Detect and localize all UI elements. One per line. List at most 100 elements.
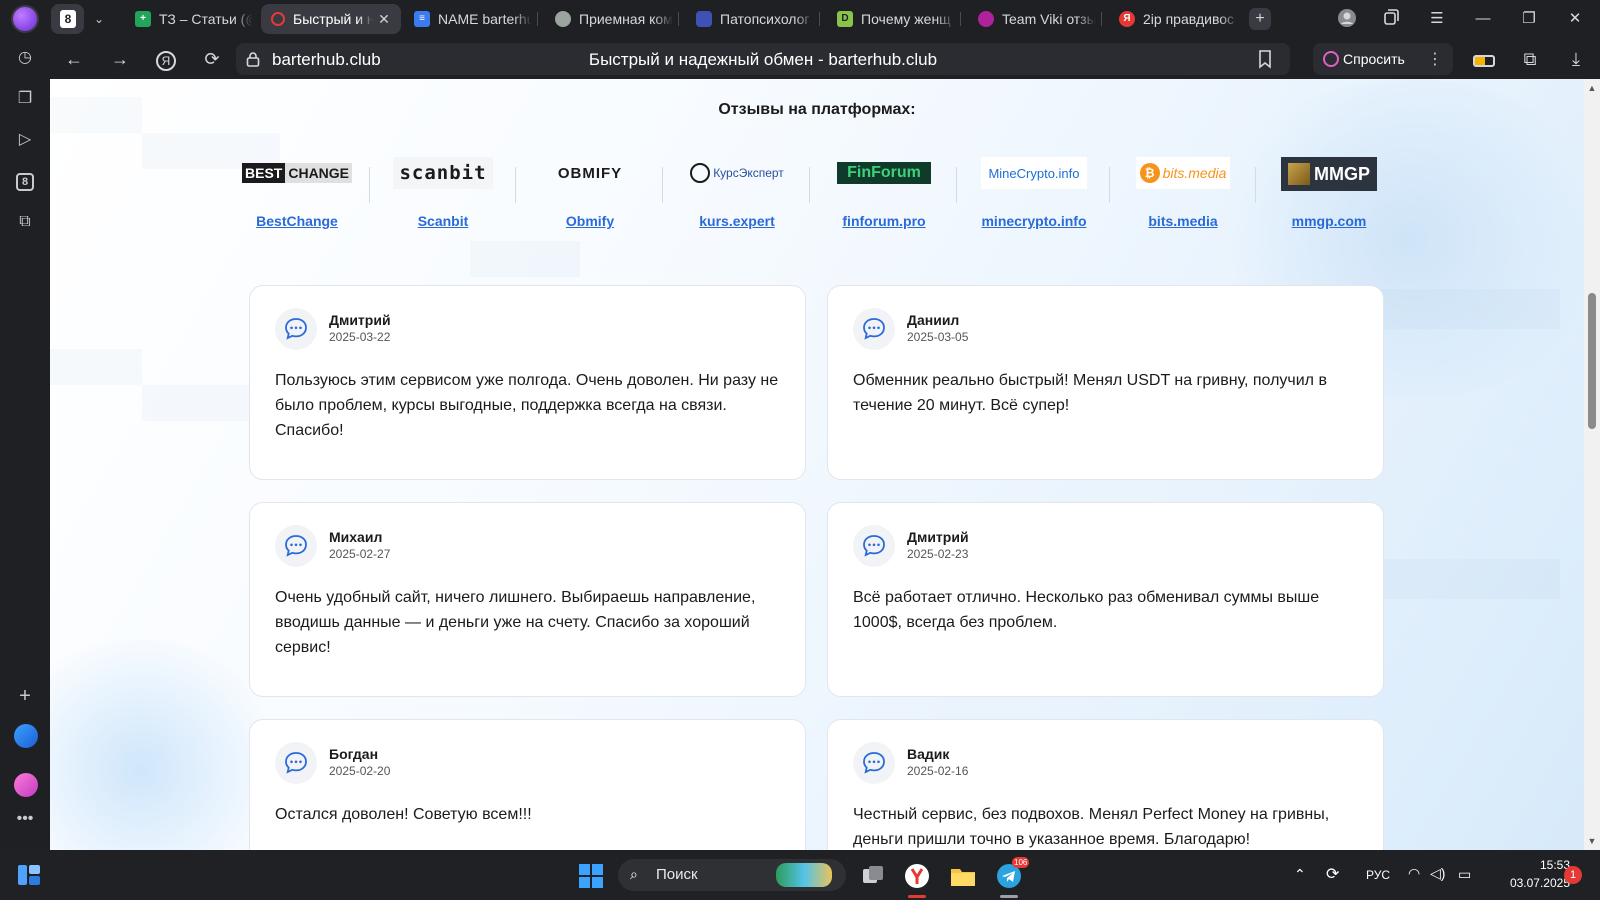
tab-active[interactable]: Быстрый и над ✕	[261, 4, 401, 34]
logo-text: MineCrypto.info	[988, 165, 1080, 181]
tray-chevron-up-icon[interactable]: ⌃	[1294, 866, 1306, 883]
battery-saver-icon[interactable]	[1472, 47, 1496, 71]
messenger-icon[interactable]	[14, 724, 38, 748]
counter-icon[interactable]: 8	[14, 170, 36, 192]
review-text: Остался доволен! Советую всем!!!	[275, 806, 532, 823]
yandex-home-icon[interactable]: Я	[154, 47, 178, 71]
app-indicator	[1000, 895, 1018, 898]
chat-bubble-icon	[275, 742, 317, 784]
windows-start-icon[interactable]	[578, 863, 604, 889]
platform-bits-media[interactable]: ₿ bits.media bits.media	[1110, 157, 1256, 247]
tab-separator	[537, 12, 538, 26]
download-icon[interactable]: ⤓	[1564, 47, 1588, 71]
battery-icon[interactable]: ▭	[1458, 866, 1471, 883]
add-icon[interactable]: +	[14, 685, 36, 707]
platform-finforum[interactable]: FinForum finforum.pro	[811, 157, 957, 247]
background-tile	[50, 349, 142, 385]
clock-time[interactable]: 15:53	[1522, 858, 1570, 872]
extensions-icon[interactable]: ⧉	[1518, 47, 1542, 71]
site-favicon-icon: D	[837, 11, 853, 27]
page-viewport: Отзывы на платформах: BEST CHANGE BestCha…	[50, 79, 1584, 850]
sync-icon[interactable]: ⟳	[1326, 864, 1339, 884]
widgets-icon[interactable]	[17, 864, 41, 886]
back-icon[interactable]: ←	[62, 47, 86, 71]
task-view-icon[interactable]	[860, 863, 886, 889]
profile-avatar[interactable]	[11, 5, 39, 33]
platform-bestchange[interactable]: BEST CHANGE BestChange	[224, 157, 370, 247]
platform-link[interactable]: minecrypto.info	[958, 213, 1110, 229]
user-icon[interactable]	[1336, 8, 1358, 30]
divider	[809, 167, 810, 203]
platform-link[interactable]: bits.media	[1110, 213, 1256, 229]
restore-icon[interactable]: ❐	[1518, 8, 1540, 30]
chevron-down-icon[interactable]: ⌄	[89, 9, 109, 29]
tab-label: ТЗ – Статьи (@	[159, 11, 253, 27]
tab-separator	[1101, 12, 1102, 26]
platform-scanbit[interactable]: scanbit Scanbit	[370, 157, 516, 247]
close-window-icon[interactable]: ✕	[1564, 8, 1586, 30]
platform-obmify[interactable]: OBMIFY Obmify	[517, 157, 663, 247]
review-author: Дмитрий	[907, 529, 969, 545]
bookmark-icon[interactable]	[1256, 49, 1274, 69]
reload-icon[interactable]: ⟳	[200, 47, 224, 71]
clock-date[interactable]: 03.07.2025	[1490, 876, 1570, 890]
platform-link[interactable]: BestChange	[224, 213, 370, 229]
language-indicator[interactable]: РУС	[1366, 868, 1390, 882]
yandex-browser-icon[interactable]	[904, 863, 930, 889]
volume-icon[interactable]: ◁)	[1430, 865, 1445, 882]
tab-0[interactable]: + ТЗ – Статьи (@	[125, 4, 253, 34]
logo-text-a: BEST	[242, 163, 286, 183]
platform-link[interactable]: finforum.pro	[811, 213, 957, 229]
menu-icon[interactable]: ☰	[1426, 8, 1448, 30]
alice-icon[interactable]	[14, 773, 38, 797]
minimize-icon[interactable]: —	[1472, 8, 1494, 30]
platform-link[interactable]: Obmify	[517, 213, 663, 229]
tab-5[interactable]: D Почему женщ	[827, 4, 955, 34]
telegram-icon[interactable]: 106	[996, 857, 1030, 889]
notification-badge[interactable]: 1	[1564, 866, 1582, 884]
logo-text: КурсЭксперт	[713, 166, 784, 180]
active-app-indicator	[908, 895, 926, 898]
screenshot-icon[interactable]: ⧉	[14, 211, 36, 233]
review-author: Михаил	[329, 529, 383, 545]
platform-link[interactable]: mmgp.com	[1256, 213, 1402, 229]
mmgp-emblem-icon	[1288, 163, 1310, 185]
review-date: 2025-03-22	[329, 330, 391, 344]
tab-4[interactable]: Патопсихолог	[686, 4, 814, 34]
platform-mmgp[interactable]: MMGP mmgp.com	[1256, 157, 1402, 247]
address-bar[interactable]: barterhub.club Быстрый и надежный обмен …	[236, 43, 1290, 75]
platform-minecrypto[interactable]: MineCrypto.info minecrypto.info	[958, 157, 1110, 247]
tab-counter-value: 8	[60, 10, 76, 28]
scroll-up-icon[interactable]: ▲	[1587, 83, 1597, 93]
scroll-down-icon[interactable]: ▼	[1587, 836, 1597, 846]
address-domain[interactable]: barterhub.club	[272, 50, 381, 70]
bestchange-logo: BEST CHANGE	[242, 157, 353, 189]
file-explorer-icon[interactable]	[950, 863, 976, 889]
tab-6[interactable]: Team Viki отзы	[968, 4, 1096, 34]
tabs-icon[interactable]: ❐	[14, 88, 36, 110]
tab-3[interactable]: Приемная ком	[545, 4, 673, 34]
collections-icon[interactable]	[1380, 8, 1402, 30]
platform-kurs-expert[interactable]: КурсЭксперт kurs.expert	[664, 157, 810, 247]
platform-link[interactable]: kurs.expert	[664, 213, 810, 229]
tab-2[interactable]: ≡ NAME barterhub	[404, 4, 532, 34]
play-icon[interactable]: ▷	[14, 129, 36, 151]
more-vertical-icon[interactable]: ⋮	[1427, 49, 1443, 69]
taskbar-search[interactable]: ⌕ Поиск	[618, 859, 846, 891]
ask-ai-button[interactable]: Спросить ⋮	[1313, 43, 1453, 75]
scrollbar-thumb[interactable]	[1588, 293, 1596, 429]
tab-7[interactable]: Я 2ip правдивос	[1109, 4, 1239, 34]
tab-counter-button[interactable]: 8	[51, 4, 84, 34]
platform-link[interactable]: Scanbit	[370, 213, 516, 229]
new-tab-button[interactable]: +	[1249, 8, 1271, 30]
history-icon[interactable]: ◷	[14, 47, 36, 69]
close-icon[interactable]: ✕	[375, 10, 393, 28]
forward-icon[interactable]: →	[108, 47, 132, 71]
page-scrollbar[interactable]: ▲ ▼	[1584, 79, 1600, 850]
wifi-icon[interactable]: ◠	[1408, 865, 1420, 882]
more-icon[interactable]: •••	[14, 808, 36, 830]
kurs-expert-logo: КурсЭксперт	[687, 157, 787, 189]
divider	[662, 167, 663, 203]
review-text: Пользуюсь этим сервисом уже полгода. Оче…	[275, 372, 779, 439]
tab-label: 2ip правдивос	[1143, 11, 1235, 27]
